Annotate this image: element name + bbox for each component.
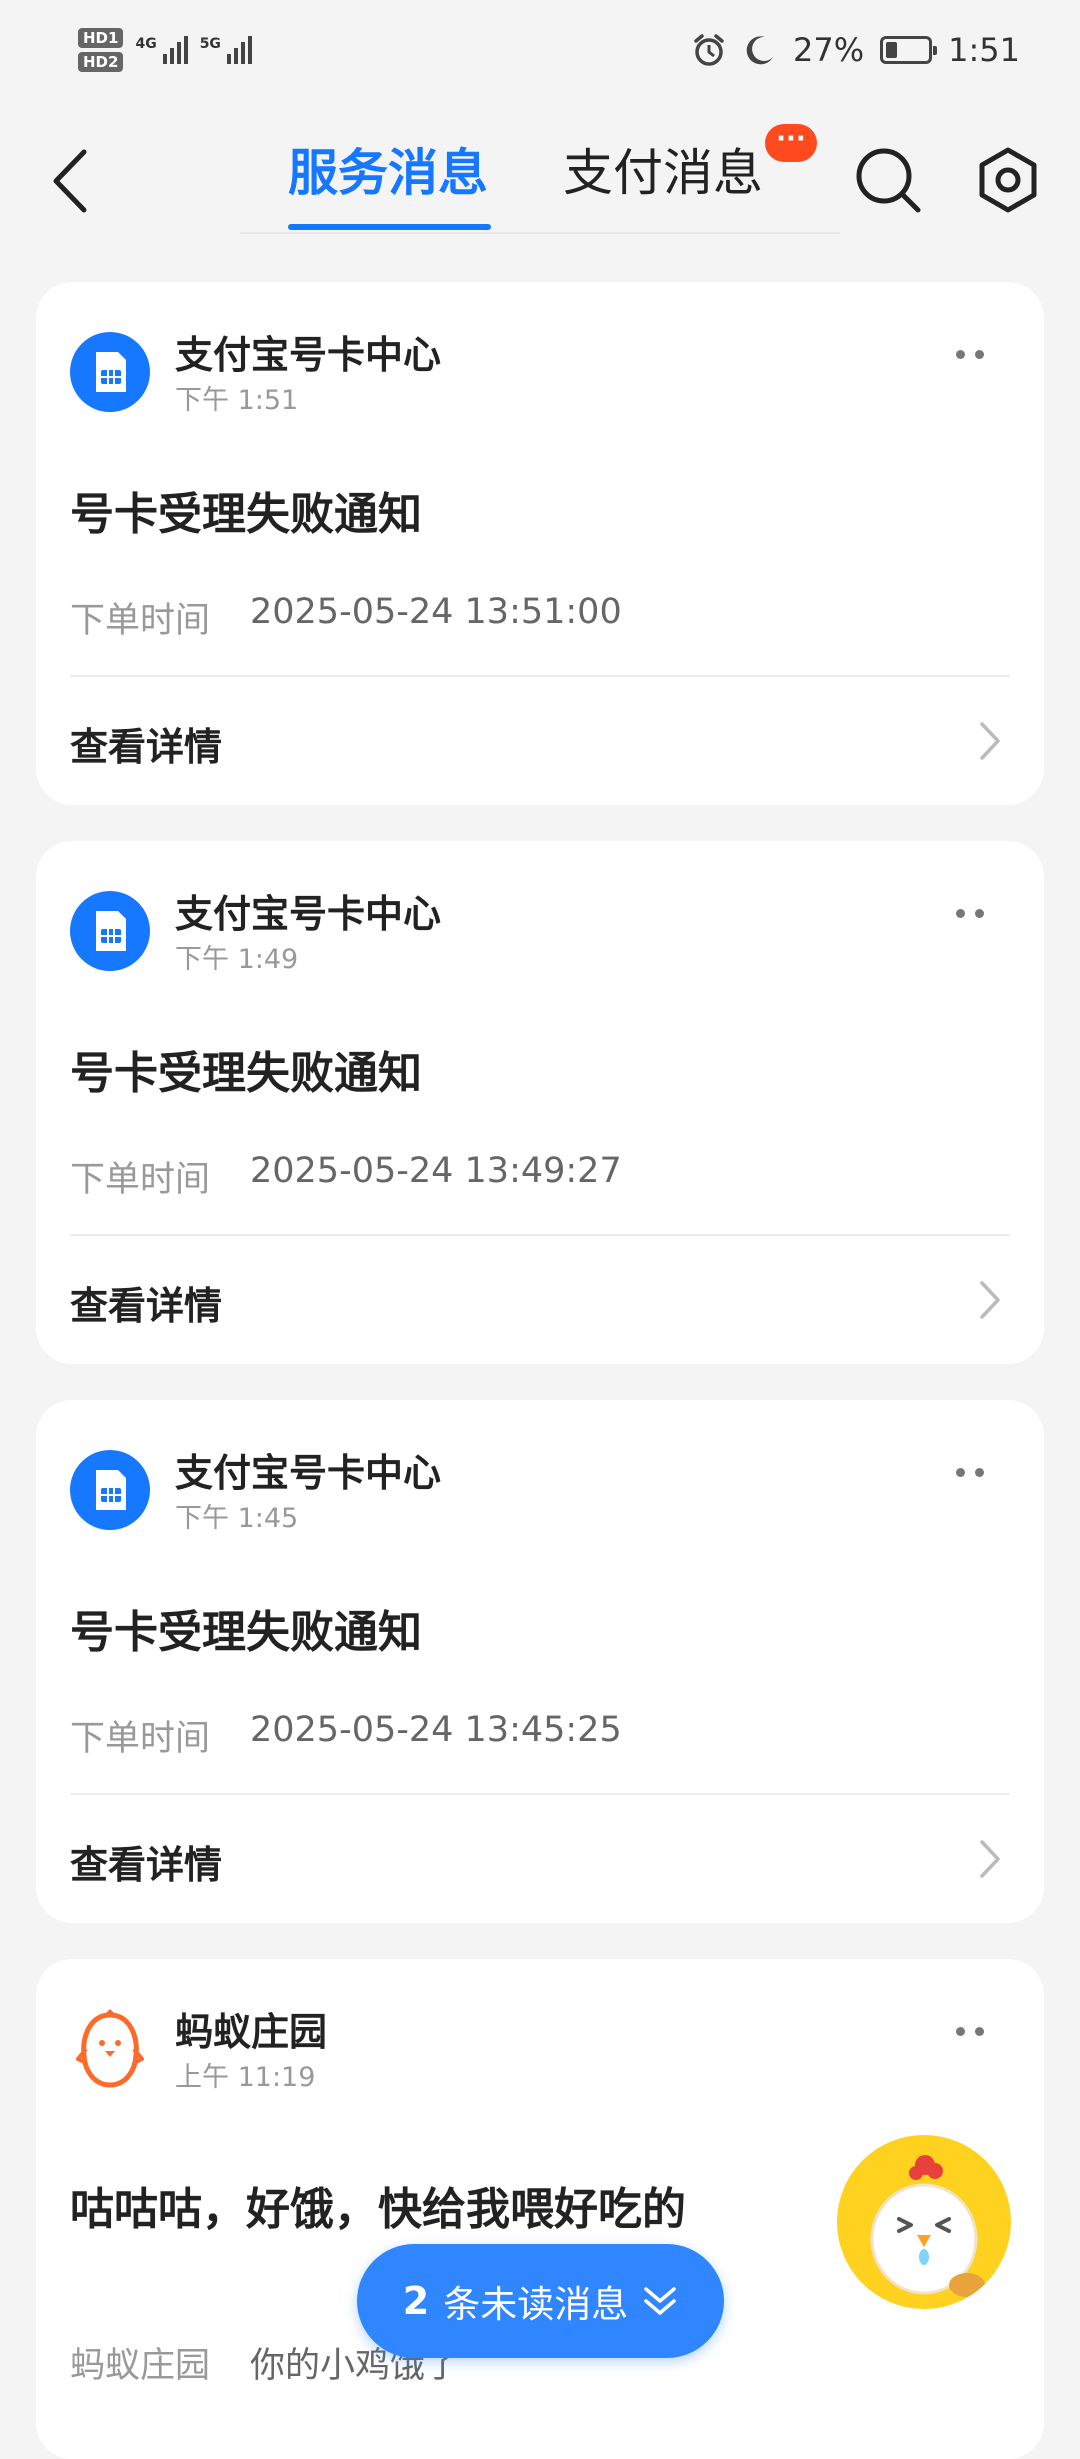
message-source-label: 蚂蚁庄园 — [70, 2346, 211, 2386]
gear-icon[interactable] — [972, 144, 1044, 216]
sender-name: 支付宝号卡中心 — [175, 892, 442, 936]
hd-indicators: HD1 HD2 — [78, 28, 124, 72]
chevron-right-icon — [980, 1840, 1000, 1878]
status-left: HD1 HD2 4G 5G — [78, 28, 252, 72]
unread-label: 条未读消息 — [443, 2283, 629, 2326]
battery-fill — [886, 42, 898, 58]
chick-icon — [76, 2009, 144, 2088]
message-title: 咕咕咕，好饿，快给我喂好吃的 — [70, 2184, 686, 2235]
battery-percent: 27% — [793, 31, 865, 69]
clock-time: 1:51 — [948, 31, 1020, 69]
view-details-link[interactable]: 查看详情 — [70, 716, 222, 771]
view-details-link[interactable]: 查看详情 — [70, 1275, 222, 1330]
farm-chicken-mascot[interactable] — [837, 2135, 1011, 2309]
status-bar: HD1 HD2 4G 5G 27% 1:51 — [0, 0, 1080, 100]
view-details-link[interactable]: 查看详情 — [70, 1834, 222, 1889]
hd1-tag: HD1 — [78, 28, 124, 48]
unread-messages-button[interactable]: 2 条未读消息 — [357, 2244, 724, 2358]
network-2-label: 5G — [199, 36, 221, 52]
back-icon[interactable] — [48, 146, 98, 216]
more-options-icon[interactable] — [956, 2019, 996, 2043]
double-chevron-down-icon — [644, 2287, 676, 2315]
sim-card-avatar — [70, 891, 150, 971]
sim-card-icon — [96, 911, 126, 951]
message-time: 下午 1:49 — [175, 944, 299, 975]
sim-card-avatar — [70, 332, 150, 412]
more-options-icon[interactable] — [956, 342, 996, 366]
message-card[interactable]: 支付宝号卡中心 下午 1:45 号卡受理失败通知 下单时间 2025-05-24… — [36, 1400, 1044, 1923]
message-title: 号卡受理失败通知 — [70, 1607, 422, 1658]
more-options-icon[interactable] — [956, 901, 996, 925]
order-time-value: 2025-05-24 13:51:00 — [250, 592, 622, 632]
sender-name: 支付宝号卡中心 — [175, 1451, 442, 1495]
more-options-icon[interactable] — [956, 1460, 996, 1484]
tab-divider — [240, 232, 840, 234]
order-time-value: 2025-05-24 13:45:25 — [250, 1710, 622, 1750]
chevron-right-icon — [980, 722, 1000, 760]
card-divider — [70, 1234, 1010, 1236]
sender-name: 蚂蚁庄园 — [175, 2010, 328, 2054]
payment-tab-badge: ··· — [765, 124, 817, 162]
tab-service-messages[interactable]: 服务消息 — [288, 138, 488, 208]
signal-5g-icon: 5G — [200, 36, 252, 64]
sender-name: 支付宝号卡中心 — [175, 333, 442, 377]
unread-count: 2 — [402, 2279, 430, 2323]
card-divider — [70, 675, 1010, 677]
chicken-icon — [870, 2155, 985, 2297]
message-time: 下午 1:45 — [175, 1503, 299, 1534]
status-right: 27% 1:51 — [691, 31, 1020, 69]
search-icon[interactable] — [852, 144, 924, 216]
ant-farm-avatar — [70, 2009, 150, 2089]
battery-icon — [880, 36, 938, 64]
moon-icon — [746, 36, 774, 65]
order-time-label: 下单时间 — [70, 601, 211, 641]
tab-payment-messages[interactable]: 支付消息 — [563, 138, 763, 208]
active-tab-indicator — [288, 224, 491, 230]
message-title: 号卡受理失败通知 — [70, 1048, 422, 1099]
signal-4g-icon: 4G — [135, 36, 188, 64]
order-time-value: 2025-05-24 13:49:27 — [250, 1151, 622, 1191]
alarm-icon — [694, 34, 724, 66]
message-card[interactable]: 支付宝号卡中心 下午 1:49 号卡受理失败通知 下单时间 2025-05-24… — [36, 841, 1044, 1364]
network-1-label: 4G — [135, 36, 157, 52]
hd2-tag: HD2 — [78, 52, 124, 72]
message-title: 号卡受理失败通知 — [70, 489, 422, 540]
card-divider — [70, 1793, 1010, 1795]
message-card[interactable]: 支付宝号卡中心 下午 1:51 号卡受理失败通知 下单时间 2025-05-24… — [36, 282, 1044, 805]
message-time: 上午 11:19 — [175, 2062, 316, 2093]
order-time-label: 下单时间 — [70, 1719, 211, 1759]
message-time: 下午 1:51 — [175, 385, 299, 416]
sim-card-icon — [96, 352, 126, 392]
chevron-right-icon — [980, 1281, 1000, 1319]
sim-card-avatar — [70, 1450, 150, 1530]
header: 服务消息 支付消息 ··· — [0, 110, 1080, 240]
order-time-label: 下单时间 — [70, 1160, 211, 1200]
sim-card-icon — [96, 1470, 126, 1510]
